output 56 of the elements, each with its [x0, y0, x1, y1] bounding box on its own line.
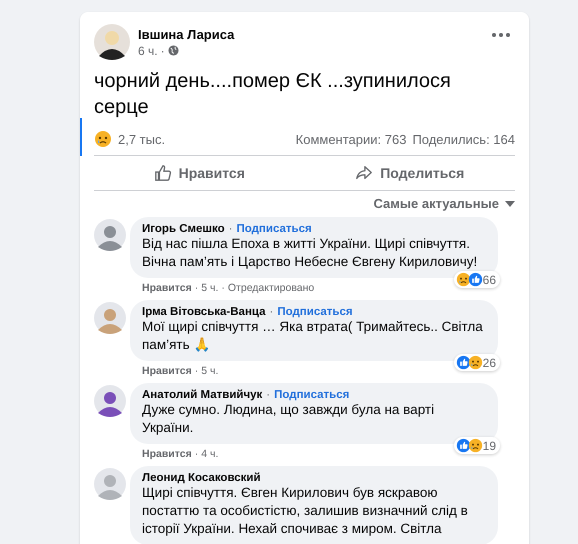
- like-link[interactable]: Нравится: [142, 282, 192, 294]
- separator-dot: ·: [266, 389, 270, 401]
- separator-dot: ·: [194, 448, 198, 460]
- commenter-name[interactable]: Леонид Косаковский: [142, 472, 261, 484]
- sad-face-icon: [94, 130, 112, 148]
- comment-text: Дуже сумно. Людина, що завжди була на варті України.: [142, 401, 436, 437]
- like-link[interactable]: Нравится: [142, 448, 192, 460]
- avatar[interactable]: [94, 385, 126, 417]
- like-link[interactable]: Нравится: [142, 365, 192, 377]
- sort-dropdown[interactable]: Самые актуальные: [374, 196, 515, 211]
- follow-link[interactable]: Подписаться: [274, 389, 350, 401]
- comment-text: Мої щирі співчуття … Яка втрата( Тримайтесь.. Світла пам’ять 🙏: [142, 318, 484, 354]
- comment-time[interactable]: 4 ч.: [201, 448, 218, 460]
- focus-indicator: [80, 118, 82, 156]
- comments-count[interactable]: Комментарии: 763: [296, 132, 406, 146]
- thumbs-up-icon: [154, 164, 172, 182]
- reaction-badge[interactable]: 19: [454, 437, 500, 454]
- share-arrow-icon: [355, 164, 374, 182]
- follow-link[interactable]: Подписаться: [236, 223, 312, 235]
- comment-time[interactable]: 5 ч.: [201, 282, 218, 294]
- sad-face-icon: [468, 355, 483, 370]
- reaction-count: 26: [482, 356, 496, 370]
- sad-face-icon: [468, 438, 483, 453]
- thumbs-up-icon: [456, 355, 471, 370]
- separator-dot: ·: [194, 365, 198, 377]
- commenter-name[interactable]: Анатолий Матвийчук: [142, 389, 262, 401]
- thumbs-up-icon: [468, 272, 483, 287]
- post-time[interactable]: 6 ч.: [138, 44, 158, 58]
- thumbs-up-icon: [456, 438, 471, 453]
- avatar[interactable]: [94, 219, 126, 251]
- comment-time[interactable]: 5 ч.: [201, 365, 218, 377]
- share-button[interactable]: Поделиться: [304, 157, 515, 189]
- separator-dot: ·: [270, 306, 274, 318]
- separator-dot: ·: [228, 223, 232, 235]
- shares-count[interactable]: Поделились: 164: [412, 132, 515, 146]
- separator-dot: ·: [160, 44, 165, 58]
- comment-text: Від нас пішла Епоха в житті України. Щирі співчуття. Вічна пам’ять і Царство Небесне Євгену Кириловичу!: [142, 235, 478, 271]
- like-button[interactable]: Нравится: [94, 157, 304, 189]
- reaction-count: 19: [482, 438, 496, 452]
- sad-face-icon: [456, 272, 471, 287]
- post-text: чорний день....помер ЄК ...зупинилося серце: [94, 69, 452, 120]
- reaction-count[interactable]: 2,7 тыс.: [118, 132, 166, 146]
- reaction-badge[interactable]: 26: [454, 354, 500, 371]
- commenter-name[interactable]: Ірма Вітовська-Ванца: [142, 306, 266, 318]
- avatar: [94, 24, 130, 60]
- separator-dot: ·: [221, 282, 225, 294]
- author-name[interactable]: Івшина Лариса: [138, 26, 479, 42]
- follow-link[interactable]: Подписаться: [277, 306, 353, 318]
- comment-text: Щирі співчуття. Євген Кирилович був яскравою постаттю та особистістю, залишив визначний слід в історії України. Нехай спочиває з миром. Світла: [142, 484, 469, 538]
- reaction-count: 66: [482, 272, 496, 286]
- edited-label: Отредактировано: [228, 282, 314, 294]
- commenter-name[interactable]: Игорь Смешко: [142, 223, 225, 235]
- separator-dot: ·: [194, 282, 198, 294]
- reaction-badge[interactable]: 66: [454, 271, 500, 288]
- caret-icon: [505, 200, 515, 206]
- globe-icon: [168, 45, 179, 56]
